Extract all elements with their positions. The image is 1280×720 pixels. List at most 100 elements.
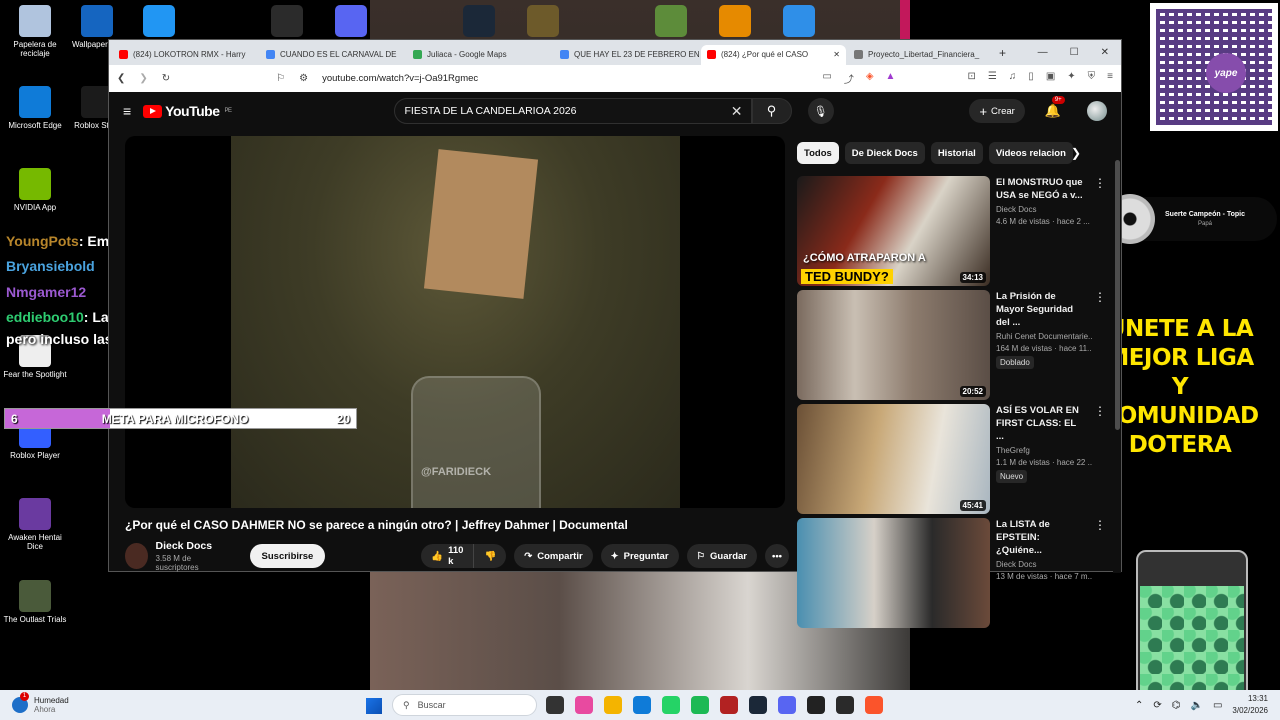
f-app-icon[interactable] bbox=[783, 5, 815, 37]
menu-icon[interactable]: ≡ bbox=[1107, 71, 1113, 86]
steam-icon[interactable] bbox=[463, 5, 495, 37]
more-options-icon[interactable]: ⋮ bbox=[1094, 518, 1106, 532]
search-button[interactable]: ⚲ bbox=[751, 98, 792, 124]
rewards-icon[interactable]: ▲ bbox=[886, 71, 896, 86]
taskbar-app-icon[interactable] bbox=[865, 696, 883, 714]
more-actions-button[interactable]: ••• bbox=[765, 544, 789, 568]
wallet-icon[interactable]: ▣ bbox=[1046, 71, 1055, 86]
reload-icon[interactable]: ↻ bbox=[162, 73, 170, 84]
account-avatar[interactable] bbox=[1087, 101, 1107, 121]
like-button[interactable]: 👍 110 k bbox=[421, 544, 475, 568]
subscribe-button[interactable]: Suscribirse bbox=[249, 544, 326, 568]
recommended-video[interactable]: ⋮ La LISTA de EPSTEIN: ¿Quiéne... Dieck Do… bbox=[797, 518, 1117, 628]
filter-chip[interactable]: Todos bbox=[797, 142, 839, 164]
site-info-icon[interactable]: ⚙ bbox=[299, 73, 308, 84]
video-thumbnail[interactable] bbox=[797, 518, 990, 628]
minimize-icon[interactable]: — bbox=[1038, 47, 1048, 58]
video-channel[interactable]: TheGrefg bbox=[996, 446, 1092, 455]
desktop-icon[interactable]: Papelera de reciclaje bbox=[0, 5, 70, 58]
save-button[interactable]: ⚐ Guardar bbox=[686, 544, 758, 568]
ask-button[interactable]: ✦ Preguntar bbox=[600, 544, 679, 568]
extensions-icon[interactable]: ⊡ bbox=[967, 71, 975, 86]
share-icon[interactable]: ⤴ bbox=[844, 71, 854, 86]
discord-icon[interactable] bbox=[335, 5, 367, 37]
close-window-icon[interactable]: ✕ bbox=[1101, 47, 1109, 58]
browser-tab[interactable]: Juliaca - Google Maps bbox=[407, 45, 552, 65]
taskbar-search[interactable]: ⚲ Buscar bbox=[392, 694, 537, 716]
bookmarks-icon[interactable]: ☰ bbox=[988, 71, 997, 86]
tray-app-icon[interactable]: ⟳ bbox=[1153, 700, 1161, 711]
taskbar-app-icon[interactable] bbox=[575, 696, 593, 714]
filter-chip[interactable]: De Dieck Docs bbox=[844, 142, 925, 164]
video-player[interactable]: @FARIDIECK bbox=[125, 136, 785, 508]
recommended-video[interactable]: 20:52 ⋮ La Prisión de Mayor Seguridad del … bbox=[797, 290, 1117, 400]
recommended-video[interactable]: 45:41 ⋮ ASÍ ES VOLAR EN FIRST CLASS: EL ..… bbox=[797, 404, 1117, 514]
minecraft-icon[interactable] bbox=[655, 5, 687, 37]
video-channel[interactable]: Ruhi Cenet Documentarie... bbox=[996, 332, 1092, 341]
bookmark-icon[interactable]: ⚐ bbox=[276, 73, 285, 84]
scrollbar[interactable] bbox=[1113, 156, 1121, 573]
cs-icon[interactable] bbox=[719, 5, 751, 37]
desktop-icon[interactable]: NVIDIA App bbox=[0, 168, 70, 212]
chips-next-icon[interactable]: ❯ bbox=[1071, 146, 1081, 160]
close-tab-icon[interactable]: ✕ bbox=[833, 50, 840, 59]
video-thumbnail[interactable]: ¿CÓMO ATRAPARON A TED BUNDY? 34:13 bbox=[797, 176, 990, 286]
create-button[interactable]: + Crear bbox=[969, 99, 1025, 123]
channel-avatar[interactable] bbox=[125, 543, 148, 569]
video-thumbnail[interactable]: 20:52 bbox=[797, 290, 990, 400]
taskbar-app-icon[interactable] bbox=[604, 696, 622, 714]
brave-shield-icon[interactable]: ◈ bbox=[866, 71, 874, 86]
obs-icon[interactable] bbox=[271, 5, 303, 37]
dislike-button[interactable]: 👎 bbox=[474, 544, 507, 568]
browser-tab[interactable]: CUANDO ES EL CARNAVAL DE bbox=[260, 45, 405, 65]
search-input[interactable]: FIESTA DE LA CANDELARIOA 2026 ✕ bbox=[393, 98, 752, 124]
taskbar-app-icon[interactable] bbox=[633, 696, 651, 714]
taskbar-app-icon[interactable] bbox=[807, 696, 825, 714]
url-field[interactable]: youtube.com/watch?v=j-Oa91Rgmec bbox=[322, 73, 808, 84]
voice-search-button[interactable]: 🎙 bbox=[807, 98, 834, 124]
taskbar-app-icon[interactable] bbox=[546, 696, 564, 714]
new-tab-icon[interactable]: + bbox=[999, 46, 1006, 60]
share-button[interactable]: ↷ Compartir bbox=[514, 544, 593, 568]
browser-tab[interactable]: (824) LOKOTRON RMX - Harry bbox=[113, 45, 258, 65]
taskbar-app-icon[interactable] bbox=[836, 696, 854, 714]
leo-icon[interactable]: ✦ bbox=[1067, 71, 1075, 86]
cast-icon[interactable]: ▭ bbox=[822, 71, 831, 86]
desktop-icon[interactable]: Microsoft Edge bbox=[0, 86, 70, 130]
media-icon[interactable]: ♫ bbox=[1009, 71, 1017, 86]
filter-chip[interactable]: Historial bbox=[930, 142, 983, 164]
video-channel[interactable]: Dieck Docs bbox=[996, 560, 1092, 569]
more-options-icon[interactable]: ⋮ bbox=[1094, 176, 1106, 190]
hamburger-icon[interactable]: ≡ bbox=[123, 103, 131, 119]
weather-widget[interactable]: Humedad Ahora bbox=[12, 692, 212, 714]
desktop-icon[interactable]: The Outlast Trials bbox=[0, 580, 70, 624]
network-icon[interactable]: ⌬ bbox=[1172, 700, 1181, 711]
taskbar-app-icon[interactable] bbox=[749, 696, 767, 714]
scrollbar-thumb[interactable] bbox=[1115, 160, 1120, 430]
more-options-icon[interactable]: ⋮ bbox=[1094, 404, 1106, 418]
start-button[interactable] bbox=[366, 698, 382, 714]
more-options-icon[interactable]: ⋮ bbox=[1094, 290, 1106, 304]
clear-search-icon[interactable]: ✕ bbox=[731, 103, 743, 120]
taskbar-app-icon[interactable] bbox=[778, 696, 796, 714]
video-channel[interactable]: Dieck Docs bbox=[996, 205, 1092, 214]
app-icon[interactable] bbox=[143, 5, 175, 37]
vpn-icon[interactable]: ⛨ bbox=[1088, 71, 1096, 86]
video-thumbnail[interactable]: 45:41 bbox=[797, 404, 990, 514]
video-title[interactable]: ASÍ ES VOLAR EN FIRST CLASS: EL ... bbox=[996, 404, 1092, 443]
video-title[interactable]: La LISTA de EPSTEIN: ¿Quiéne... bbox=[996, 518, 1092, 557]
browser-tab[interactable]: (824) ¿Por qué el CASO ✕ bbox=[701, 44, 846, 65]
tray-chevron-icon[interactable]: ⌃ bbox=[1135, 700, 1143, 711]
notifications-button[interactable]: 🔔 9+ bbox=[1045, 96, 1065, 119]
maximize-icon[interactable]: ☐ bbox=[1070, 47, 1079, 58]
filter-chip[interactable]: Videos relacion bbox=[988, 142, 1073, 164]
video-title[interactable]: El MONSTRUO que USA se NEGÓ a v... bbox=[996, 176, 1092, 202]
browser-tab[interactable]: QUE HAY EL 23 DE FEBRERO EN bbox=[554, 45, 699, 65]
taskbar-app-icon[interactable] bbox=[691, 696, 709, 714]
clock[interactable]: 13:31 3/02/2026 bbox=[1232, 693, 1268, 717]
desktop-icon[interactable]: Awaken Hentai Dice bbox=[0, 498, 70, 551]
forward-icon[interactable]: ❯ bbox=[139, 73, 147, 84]
youtube-logo[interactable]: YouTube PE bbox=[143, 103, 232, 119]
volume-icon[interactable]: 🔈 bbox=[1191, 700, 1203, 711]
recommended-video[interactable]: ¿CÓMO ATRAPARON A TED BUNDY? 34:13 ⋮ El MONS… bbox=[797, 176, 1117, 286]
